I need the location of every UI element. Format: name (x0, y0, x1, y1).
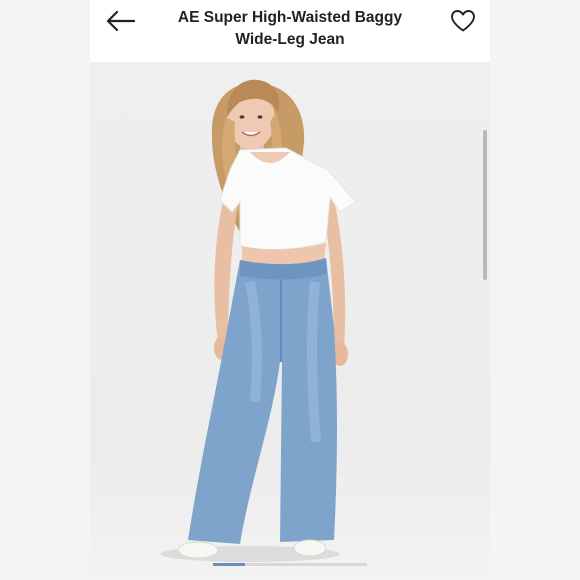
model-photo (160, 79, 357, 562)
image-pagination-indicator[interactable] (90, 563, 490, 566)
pagination-active-segment (213, 563, 245, 566)
vertical-scrollbar[interactable] (483, 130, 487, 280)
product-title-line-2: Wide-Leg Jean (235, 31, 345, 48)
heart-outline-icon (451, 10, 475, 32)
arrow-left-icon (106, 10, 136, 32)
product-title-line-1: AE Super High-Waisted Baggy (177, 9, 403, 26)
top-navigation-bar: AE Super High-Waisted Baggy Wide-Leg Jea… (90, 0, 490, 62)
favorite-button[interactable] (450, 9, 476, 33)
product-image[interactable] (90, 62, 490, 580)
product-screen: AE Super High-Waisted Baggy Wide-Leg Jea… (90, 0, 490, 580)
back-button[interactable] (104, 8, 138, 34)
